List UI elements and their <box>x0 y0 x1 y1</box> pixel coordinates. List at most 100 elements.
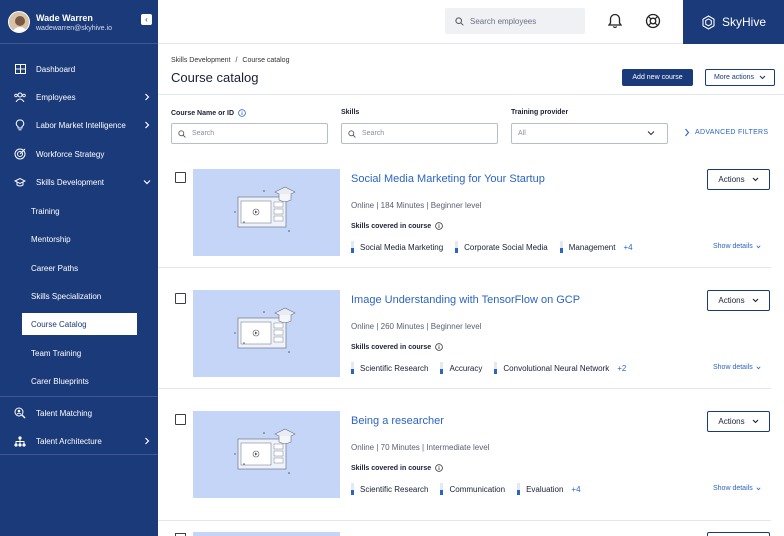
show-details-link[interactable]: Show details <box>713 485 761 492</box>
chevron-right-icon <box>685 128 690 137</box>
show-details-link[interactable]: Show details <box>713 243 761 250</box>
add-new-course-button[interactable]: Add new course <box>622 69 693 86</box>
brand-name: SkyHive <box>721 15 766 29</box>
sidebar-item-employees[interactable]: Employees <box>0 83 158 111</box>
info-icon[interactable] <box>435 343 443 351</box>
sidebar-item-talent-architecture[interactable]: Talent Architecture <box>0 427 158 455</box>
skill-level-bar <box>494 362 498 374</box>
info-icon[interactable] <box>238 109 246 117</box>
course-card: Image Understanding with TensorFlow on G… <box>158 290 775 411</box>
actions-label: Actions <box>718 175 745 184</box>
course-card-partial <box>171 531 775 536</box>
skill-tag: Corporate Social Media <box>455 241 548 253</box>
sidebar-subitem-mentorship[interactable]: Mentorship <box>22 228 137 250</box>
course-card: Social Media Marketing for Your Startup … <box>158 169 775 290</box>
brand-logo[interactable]: SkyHive <box>683 0 784 44</box>
breadcrumb: Skills Development / Course catalog <box>171 57 292 64</box>
info-icon[interactable] <box>435 222 443 230</box>
provider-select-value: All <box>518 130 526 137</box>
search-placeholder: Search employees <box>470 16 537 26</box>
divider <box>158 388 771 389</box>
skill-level-bar <box>351 362 354 374</box>
breadcrumb-parent[interactable]: Skills Development <box>171 57 231 64</box>
course-filter-label-text: Course Name or ID <box>171 109 235 117</box>
skill-tag-label: Scientific Research <box>360 363 429 373</box>
bell-icon[interactable] <box>608 13 622 29</box>
sidebar-item-talent-matching[interactable]: Talent Matching <box>0 399 158 427</box>
course-title[interactable]: Being a researcher <box>351 415 444 427</box>
divider <box>0 396 158 397</box>
breadcrumb-separator: / <box>235 57 238 64</box>
more-skills-link[interactable]: +4 <box>571 485 580 494</box>
help-lifebuoy-icon[interactable] <box>645 13 661 29</box>
course-thumbnail[interactable] <box>193 290 340 377</box>
actions-label: Actions <box>718 417 745 426</box>
divider <box>0 454 158 455</box>
chevron-down-icon <box>752 298 758 303</box>
topbar: Search employees SkyHive <box>158 0 784 44</box>
sidebar-item-label: Workforce Strategy <box>36 149 105 159</box>
advanced-filters-link[interactable]: ADVANCED FILTERS <box>684 128 768 137</box>
course-thumbnail[interactable] <box>193 532 340 536</box>
course-title[interactable]: Social Media Marketing for Your Startup <box>351 173 545 185</box>
skill-level-bar <box>351 241 354 253</box>
course-duration: 184 Minutes <box>380 201 425 210</box>
skill-tag-label: Management <box>568 242 616 252</box>
graduation-cap-icon <box>14 176 26 188</box>
more-skills-link[interactable]: +2 <box>617 364 626 373</box>
sidebar-item-skills-development[interactable]: Skills Development <box>0 168 158 196</box>
course-thumbnail[interactable] <box>193 169 340 256</box>
sidebar-subitem-career-paths[interactable]: Career Paths <box>22 257 137 279</box>
course-checkbox[interactable] <box>175 414 186 425</box>
course-title[interactable]: Image Understanding with TensorFlow on G… <box>351 294 580 306</box>
actions-button[interactable]: Actions <box>707 290 770 311</box>
chevron-down-icon <box>756 245 761 248</box>
person-search-icon <box>14 407 26 419</box>
employee-search-input[interactable]: Search employees <box>445 8 585 34</box>
more-actions-label: More actions <box>713 74 755 81</box>
sidebar-subitem-training[interactable]: Training <box>22 200 137 222</box>
search-icon <box>178 129 186 138</box>
skill-level-bar <box>455 241 459 253</box>
chevron-right-icon <box>145 121 150 129</box>
skill-tag-label: Communication <box>449 484 506 494</box>
actions-button[interactable] <box>707 532 770 536</box>
user-profile[interactable]: Wade Warren wadewarren@skyhive.io ‹ <box>0 0 158 44</box>
course-thumbnail[interactable] <box>193 411 340 498</box>
dashboard-icon <box>14 63 26 75</box>
show-details-link[interactable]: Show details <box>713 364 761 371</box>
actions-button[interactable]: Actions <box>707 411 770 432</box>
skill-level-bar <box>440 483 444 495</box>
more-skills-link[interactable]: +4 <box>623 243 632 252</box>
course-meta: Online | 184 Minutes | Beginner level <box>351 201 482 210</box>
sidebar-subitem-skills-specialization[interactable]: Skills Specialization <box>22 285 137 307</box>
sidebar-subitem-course-catalog[interactable]: Course Catalog <box>22 313 137 335</box>
skill-tag: Social Media Marketing <box>351 241 443 253</box>
user-name: Wade Warren <box>36 12 93 23</box>
course-illustration-icon <box>234 307 296 353</box>
chevron-down-icon <box>756 487 761 490</box>
sidebar-item-workforce-strategy[interactable]: Workforce Strategy <box>0 140 158 168</box>
sidebar-item-dashboard[interactable]: Dashboard <box>0 55 158 83</box>
actions-label: Actions <box>718 296 745 305</box>
course-level: Beginner level <box>430 201 482 210</box>
info-icon[interactable] <box>435 464 443 472</box>
lightbulb-icon <box>14 119 26 131</box>
skills-covered-text: Skills covered in course <box>351 343 432 351</box>
course-illustration-icon <box>234 428 296 474</box>
sidebar-item-labor-market-intelligence[interactable]: Labor Market Intelligence <box>0 111 158 139</box>
skills-search-input[interactable]: Search <box>341 123 498 144</box>
skill-tag: Accuracy <box>440 362 482 374</box>
sidebar-subitem-carer-blueprints[interactable]: Carer Blueprints <box>22 370 137 392</box>
course-search-input[interactable]: Search <box>171 123 328 144</box>
course-checkbox[interactable] <box>175 293 186 304</box>
skill-tag-label: Social Media Marketing <box>360 242 444 252</box>
skill-level-bar <box>440 362 444 374</box>
provider-select[interactable]: All <box>511 123 668 144</box>
actions-button[interactable]: Actions <box>707 169 770 190</box>
course-checkbox[interactable] <box>175 172 186 183</box>
collapse-sidebar-button[interactable]: ‹ <box>141 14 152 25</box>
avatar <box>8 11 30 33</box>
sidebar-subitem-team-training[interactable]: Team Training <box>22 342 137 364</box>
more-actions-button[interactable]: More actions <box>705 69 775 86</box>
